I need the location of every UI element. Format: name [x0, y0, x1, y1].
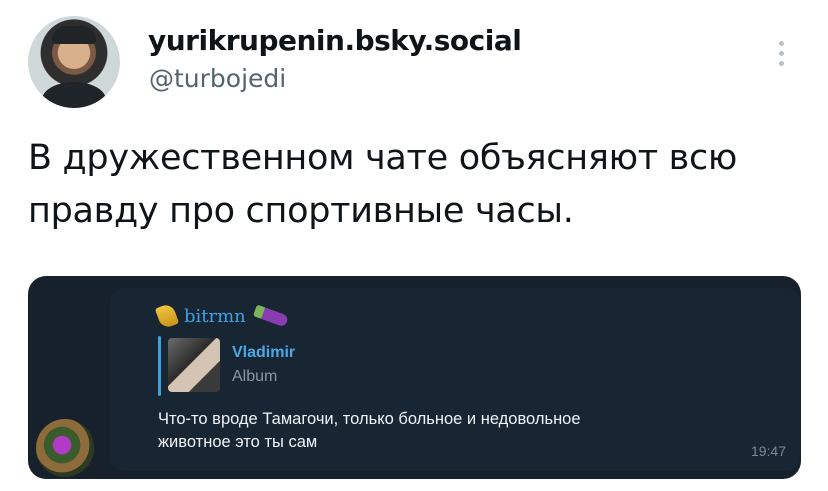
more-vertical-icon[interactable]	[776, 36, 786, 86]
chat-message-text: Что-то вроде Тамагочи, только больное и …	[158, 408, 718, 454]
reply-author: Vladimir	[232, 344, 296, 361]
helmet-shape	[52, 26, 96, 44]
chat-sender: bitrmn	[154, 302, 289, 330]
post-text: В дружественном чате объясняют всю правд…	[28, 132, 808, 238]
author-avatar[interactable]	[28, 16, 120, 108]
embedded-chat-screenshot[interactable]: bitrmn Vladimir Album Что-то вроде Тамаг…	[28, 276, 801, 479]
chat-message-line-1: Что-то вроде Тамагочи, только больное и …	[158, 410, 581, 428]
eggplant-emoji-icon	[252, 304, 289, 328]
reply-media-type: Album	[232, 368, 278, 385]
post-text-line-1: В дружественном чате объясняют всю	[28, 138, 738, 178]
chat-sender-name: bitrmn	[184, 305, 246, 327]
saxophone-emoji-icon	[154, 302, 180, 330]
author-handle[interactable]: @turbojedi	[149, 64, 286, 93]
author-display-name[interactable]: yurikrupenin.bsky.social	[148, 24, 522, 57]
chat-message-bubble: bitrmn Vladimir Album Что-то вроде Тамаг…	[110, 288, 800, 471]
post-text-line-2: правду про спортивные часы.	[28, 191, 574, 231]
reply-album-thumbnail	[168, 338, 220, 392]
message-timestamp: 19:47	[750, 443, 786, 459]
post-header: yurikrupenin.bsky.social @turbojedi	[28, 12, 808, 112]
reply-indicator-bar	[158, 336, 161, 396]
chat-message-line-2: животное это ты сам	[158, 433, 318, 451]
chat-sender-avatar	[36, 419, 94, 477]
